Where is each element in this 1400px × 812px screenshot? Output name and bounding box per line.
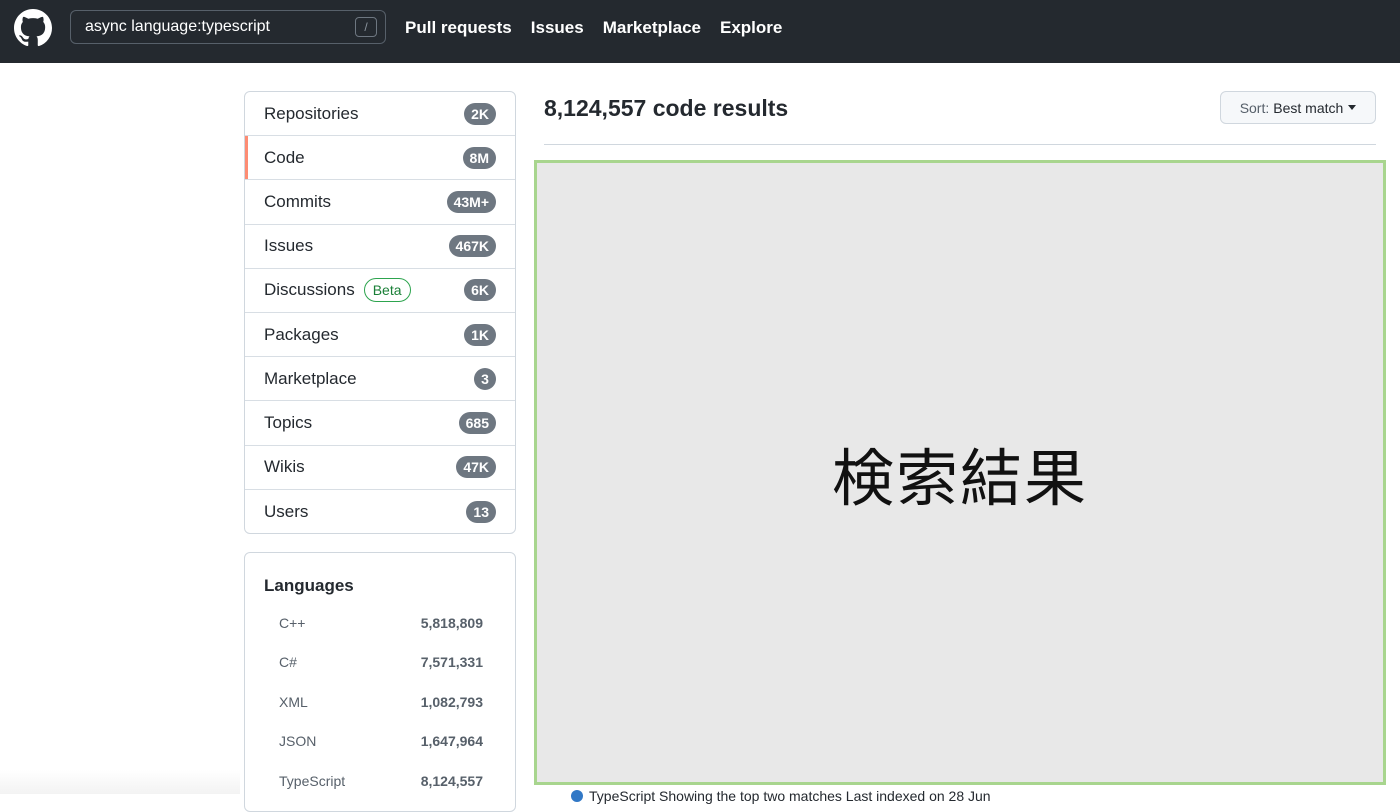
menu-item-users[interactable]: Users 13 — [245, 490, 515, 533]
language-count: 1,082,793 — [420, 694, 483, 710]
beta-label: Beta — [363, 278, 411, 303]
menu-item-discussions[interactable]: Discussions Beta 6K — [245, 269, 515, 313]
search-shortcut-key: / — [355, 17, 377, 37]
menu-item-label: Wikis — [264, 457, 305, 477]
language-count: 8,124,557 — [420, 773, 483, 789]
menu-item-repositories[interactable]: Repositories 2K — [245, 92, 515, 137]
menu-item-label: Topics — [264, 412, 313, 432]
count-badge: 3 — [474, 367, 496, 390]
count-badge: 467K — [448, 235, 496, 258]
language-name: TypeScript — [279, 773, 346, 789]
count-badge: 6K — [464, 279, 496, 302]
menu-item-wikis[interactable]: Wikis 47K — [245, 446, 515, 490]
menu-item-topics[interactable]: Topics 685 — [245, 401, 515, 446]
sort-dropdown-button[interactable]: Sort: Best match — [1220, 91, 1376, 124]
menu-item-label: Issues — [264, 236, 314, 256]
sort-value: Best match — [1273, 99, 1344, 116]
menu-item-label: Discussions — [264, 280, 355, 300]
count-badge: 2K — [464, 102, 496, 125]
language-name: C++ — [279, 615, 306, 631]
language-name: XML — [279, 694, 308, 710]
global-nav: Pull requests Issues Marketplace Explore — [405, 0, 801, 56]
nav-explore[interactable]: Explore — [720, 18, 782, 38]
language-color-dot-icon — [571, 790, 583, 802]
menu-item-commits[interactable]: Commits 43M+ — [245, 180, 515, 225]
language-count: 7,571,331 — [420, 654, 483, 670]
result-meta-text: TypeScript Showing the top two matches L… — [589, 788, 991, 804]
language-count: 5,818,809 — [420, 615, 483, 631]
menu-item-code[interactable]: Code 8M — [245, 136, 515, 181]
count-badge: 43M+ — [446, 190, 496, 213]
nav-marketplace[interactable]: Marketplace — [603, 18, 701, 38]
nav-pull-requests[interactable]: Pull requests — [405, 18, 512, 38]
menu-item-label: Repositories — [264, 103, 359, 123]
menu-item-label: Packages — [264, 324, 339, 344]
results-title: 8,124,557 code results — [544, 95, 789, 121]
sort-label: Sort: — [1239, 99, 1270, 116]
result-meta-row: TypeScript Showing the top two matches L… — [571, 788, 991, 804]
search-box: / — [70, 10, 386, 44]
count-badge: 685 — [458, 411, 496, 434]
search-results-placeholder: 検索結果 — [534, 160, 1386, 785]
search-type-menu: Repositories 2K Code 8M Commits 43M+ Iss… — [244, 91, 516, 534]
language-filter-xml[interactable]: XML 1,082,793 — [279, 690, 483, 714]
menu-item-label: Marketplace — [264, 368, 357, 388]
caret-down-icon — [1348, 105, 1357, 110]
language-filter-typescript[interactable]: TypeScript 8,124,557 — [279, 769, 483, 793]
count-badge: 1K — [464, 323, 496, 346]
language-name: JSON — [279, 733, 317, 749]
search-input[interactable] — [85, 11, 345, 43]
language-filter-json[interactable]: JSON 1,647,964 — [279, 729, 483, 753]
languages-panel: Languages C++ 5,818,809 C# 7,571,331 XML… — [244, 552, 516, 812]
menu-item-packages[interactable]: Packages 1K — [245, 313, 515, 358]
count-badge: 8M — [462, 146, 496, 169]
language-name: C# — [279, 654, 297, 670]
menu-item-label: Commits — [264, 191, 332, 211]
menu-item-issues[interactable]: Issues 467K — [245, 225, 515, 269]
nav-issues[interactable]: Issues — [531, 18, 584, 38]
menu-item-label: Code — [264, 147, 305, 167]
results-divider — [544, 144, 1376, 145]
github-logo-icon[interactable] — [14, 9, 52, 47]
language-filter-cpp[interactable]: C++ 5,818,809 — [279, 611, 483, 635]
placeholder-text: 検索結果 — [831, 441, 1088, 515]
count-badge: 13 — [466, 500, 496, 523]
bottom-fade — [0, 770, 240, 794]
count-badge: 47K — [456, 456, 496, 479]
menu-item-marketplace[interactable]: Marketplace 3 — [245, 357, 515, 402]
top-header: / Pull requests Issues Marketplace Explo… — [0, 0, 1400, 63]
menu-item-label: Users — [264, 501, 309, 521]
language-filter-csharp[interactable]: C# 7,571,331 — [279, 650, 483, 674]
language-count: 1,647,964 — [420, 733, 483, 749]
languages-title: Languages — [264, 576, 354, 595]
